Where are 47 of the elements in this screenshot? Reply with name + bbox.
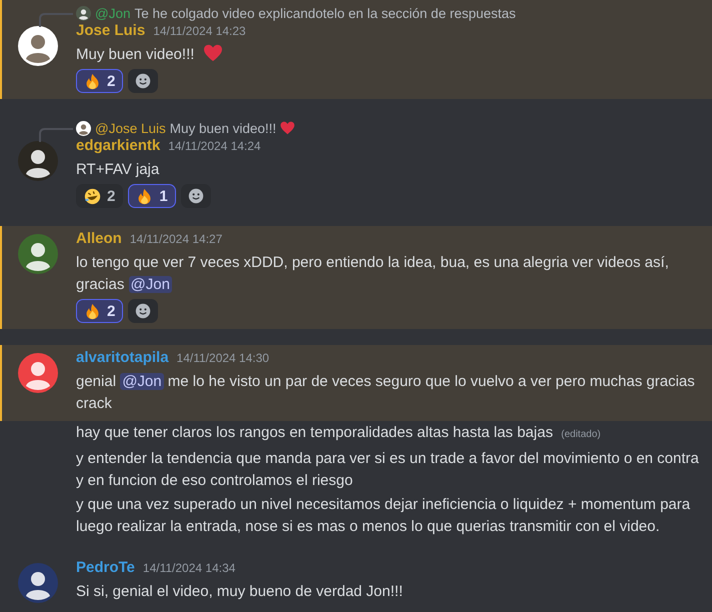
message-text: Muy buen video!!!	[76, 46, 194, 63]
smiley-icon	[135, 303, 152, 319]
reply-connector	[39, 13, 73, 27]
smiley-icon	[135, 73, 152, 89]
fire-icon	[136, 188, 154, 204]
username[interactable]: edgarkientk	[76, 137, 160, 154]
message-text: genial @Jon me lo he visto un par de veces seguro que lo vuelvo a ver pero muchas gracias crack	[76, 373, 695, 412]
timestamp: 14/11/2024 14:24	[168, 139, 261, 153]
reaction[interactable]: 1	[128, 184, 176, 208]
message-text: Si si, genial el video, muy bueno de verdad Jon!!!	[76, 583, 403, 600]
reaction[interactable]: 2	[76, 299, 124, 323]
edited-label: (editado)	[561, 429, 601, 440]
reply-mention[interactable]: @Jose Luis	[95, 120, 166, 136]
mention[interactable]: @Jon	[128, 276, 172, 293]
reaction[interactable]: 2	[76, 69, 124, 93]
avatar[interactable]	[18, 26, 58, 66]
message-text: lo tengo que ver 7 veces xDDD, pero entiendo la idea, bua, es una alegria ver videos así, gracias @Jon	[76, 254, 669, 293]
avatar[interactable]	[18, 353, 58, 393]
timestamp: 14/11/2024 14:30	[176, 351, 270, 365]
add-reaction-button[interactable]	[128, 299, 158, 323]
add-reaction-button[interactable]	[128, 69, 158, 93]
message-text: y que una vez superado un nivel necesitamos dejar ineficiencia o liquidez + momentum para luego realizar la entrada, nose si es mas o menos lo que querias transmitir con el video.	[76, 496, 690, 535]
username[interactable]: PedroTe	[76, 559, 135, 576]
avatar[interactable]	[76, 120, 91, 136]
username[interactable]: Alleon	[76, 230, 122, 247]
timestamp: 14/11/2024 14:34	[142, 561, 236, 575]
avatar[interactable]	[18, 234, 58, 274]
reply-connector	[39, 128, 73, 142]
timestamp: 14/11/2024 14:23	[153, 24, 246, 38]
username[interactable]: alvaritotapila	[76, 349, 169, 366]
avatar[interactable]	[76, 6, 91, 20]
mention[interactable]: @Jon	[120, 373, 164, 390]
reaction[interactable]: 2	[76, 184, 124, 208]
avatar[interactable]	[18, 563, 58, 603]
fire-icon	[84, 302, 101, 320]
message-text: RT+FAV jaja	[76, 161, 160, 178]
add-reaction-button[interactable]	[180, 184, 211, 208]
reply-preview[interactable]: Te he colgado video explicandotelo en la sección de respuestas	[134, 6, 516, 20]
reply-mention[interactable]: @Jon	[95, 6, 130, 20]
reply-preview[interactable]: Muy buen video!!!	[170, 120, 276, 136]
laughing-face-icon	[84, 188, 101, 204]
message-text: hay que tener claros los rangos en temporalidades altas hasta las bajas	[76, 424, 553, 441]
fire-icon	[84, 72, 101, 90]
avatar[interactable]	[18, 141, 58, 181]
username[interactable]: Jose Luis	[76, 22, 146, 39]
smiley-icon	[188, 188, 204, 204]
timestamp: 14/11/2024 14:27	[130, 232, 222, 246]
